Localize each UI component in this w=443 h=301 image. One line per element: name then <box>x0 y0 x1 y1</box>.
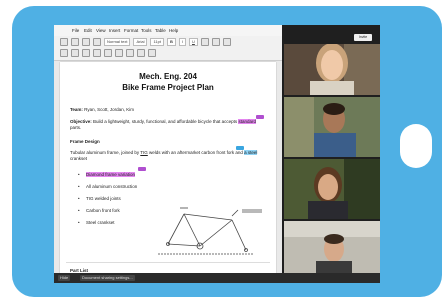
document-page[interactable]: Mech. Eng. 204 Bike Frame Project Plan T… <box>60 62 276 283</box>
align-left-icon[interactable] <box>104 48 112 57</box>
menu-tools[interactable]: Tools <box>141 28 152 33</box>
comment-marker-purple[interactable] <box>256 115 264 119</box>
status-bar: Hide Document sharing settings... <box>54 273 380 283</box>
team-value: Ryan, Scott, Jordan, Kim <box>82 107 134 112</box>
section-divider <box>66 262 270 263</box>
frame-text-1: Tubular aluminum frame, joined by <box>70 150 141 155</box>
menu-view[interactable]: View <box>96 28 106 33</box>
frame-text-tig: TIG <box>140 150 148 155</box>
paint-format-icon[interactable] <box>93 37 101 46</box>
font-select[interactable]: Arial <box>133 37 148 46</box>
italic-button[interactable]: I <box>178 37 186 46</box>
team-line: Team: Ryan, Scott, Jordan, Kim <box>70 107 134 113</box>
video-tile-4[interactable] <box>284 221 380 273</box>
undo-icon[interactable] <box>71 37 79 46</box>
redo-icon[interactable] <box>82 37 90 46</box>
bullet-text: TIG welded joints <box>86 196 121 201</box>
bulleted-list-icon[interactable] <box>71 48 79 57</box>
menu-file[interactable]: File <box>72 28 79 33</box>
indent-decrease-icon[interactable] <box>82 48 90 57</box>
numbered-list-icon[interactable] <box>60 48 68 57</box>
objective-text: Build a lightweight, sturdy, functional,… <box>91 119 239 124</box>
indent-increase-icon[interactable] <box>93 48 101 57</box>
link-icon[interactable] <box>211 37 220 46</box>
participant-2-video <box>284 97 380 157</box>
objective-highlight[interactable]: standard <box>238 119 256 124</box>
menu-help[interactable]: Help <box>169 28 178 33</box>
toolbar: Normal text Arial 11pt B I U <box>54 36 282 61</box>
underline-button[interactable]: U <box>188 37 198 46</box>
menu-table[interactable]: Table <box>155 28 166 33</box>
video-tile-3[interactable] <box>284 159 380 219</box>
bullet-item: TIG welded joints <box>78 196 121 201</box>
comment-icon[interactable] <box>222 37 231 46</box>
bike-frame-diagram <box>158 207 262 255</box>
hide-button[interactable]: Hide <box>58 275 71 281</box>
home-button[interactable] <box>400 124 432 168</box>
hangout-header: Invite <box>282 28 380 44</box>
frame-highlight[interactable]: a steel <box>244 150 258 155</box>
menu-insert[interactable]: Insert <box>109 28 120 33</box>
doc-title-line-2: Bike Frame Project Plan <box>122 83 214 92</box>
menu-format[interactable]: Format <box>124 28 138 33</box>
video-tile-2[interactable] <box>284 97 380 157</box>
bold-button[interactable]: B <box>166 37 176 46</box>
bullet-text: All aluminum construction <box>86 184 138 189</box>
bullet-text: Steel crankset <box>86 220 115 225</box>
align-justify-icon[interactable] <box>137 48 145 57</box>
text-color-icon[interactable] <box>200 37 209 46</box>
frame-text-2: welds with an aftermarket carbon front f… <box>147 150 245 155</box>
print-icon[interactable] <box>60 37 68 46</box>
frame-design-heading: Frame Design <box>70 139 100 144</box>
team-label: Team: <box>70 107 83 112</box>
align-right-icon[interactable] <box>126 48 134 57</box>
bullet-item: All aluminum construction <box>78 184 138 189</box>
align-center-icon[interactable] <box>115 48 123 57</box>
bullet-item: Diamond frame variation <box>78 172 136 177</box>
invite-button[interactable]: Invite <box>354 34 372 41</box>
toolbar-row-2 <box>60 48 156 57</box>
participant-3-video <box>284 159 380 219</box>
bullet-text[interactable]: Diamond frame variation <box>86 172 136 177</box>
bullet-item: Steel crankset <box>78 220 115 225</box>
objective-end: parts. <box>70 125 82 130</box>
comment-marker-blue[interactable] <box>236 146 244 150</box>
toolbar-row-1: Normal text Arial 11pt B I U <box>60 37 231 46</box>
bullet-item: Carbon front fork <box>78 208 120 213</box>
comment-marker-bullet[interactable] <box>138 167 146 171</box>
frame-paragraph: Tubular aluminum frame, joined by TIG we… <box>70 150 270 162</box>
participant-4-video <box>284 221 380 273</box>
document-editor: File Edit View Insert Format Tools Table… <box>54 25 282 283</box>
sharing-settings-button[interactable]: Document sharing settings... <box>80 275 135 281</box>
video-tile-1[interactable] <box>284 35 380 95</box>
style-select[interactable]: Normal text <box>104 37 131 46</box>
objective-paragraph: Objective: Build a lightweight, sturdy, … <box>70 119 266 131</box>
objective-label: Objective: <box>70 119 92 124</box>
app-screen: File Edit View Insert Format Tools Table… <box>54 25 380 283</box>
participant-1-video <box>284 35 380 95</box>
bullet-text: Carbon front fork <box>86 208 120 213</box>
menu-edit[interactable]: Edit <box>84 28 92 33</box>
frame-text-3: crankset <box>70 156 88 161</box>
size-select[interactable]: 11pt <box>150 37 164 46</box>
line-spacing-icon[interactable] <box>148 48 156 57</box>
doc-title-line-1: Mech. Eng. 204 <box>139 72 197 81</box>
